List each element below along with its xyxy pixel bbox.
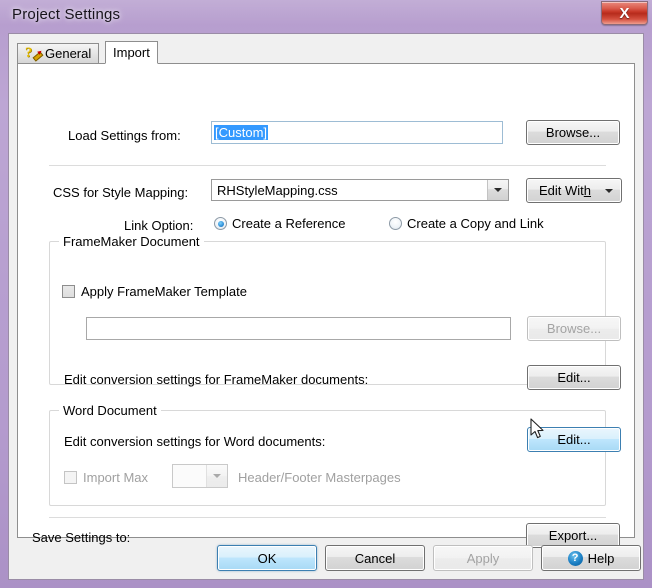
load-settings-input[interactable]: [Custom]	[211, 121, 503, 144]
masterpages-label: Header/Footer Masterpages	[238, 470, 401, 485]
help-icon: ?	[567, 550, 583, 566]
tab-import-label: Import	[113, 45, 150, 60]
apply-button[interactable]: Apply	[433, 545, 533, 571]
load-settings-label: Load Settings from:	[68, 128, 181, 143]
apply-framemaker-template-checkbox[interactable]: Apply FrameMaker Template	[62, 284, 247, 299]
framemaker-document-group: FrameMaker Document Apply FrameMaker Tem…	[49, 234, 621, 390]
word-group-title: Word Document	[59, 403, 161, 418]
edit-with-label: Edit With	[538, 183, 592, 198]
help-button-label: Help	[587, 550, 615, 566]
edit-with-split-button[interactable]: Edit With	[526, 178, 622, 203]
framemaker-template-path-input[interactable]	[86, 317, 511, 340]
dialog-client-area: ? General Import Load Settings from: [Cu…	[8, 33, 644, 580]
dialog-window: Project Settings X ? General Import Load…	[0, 0, 652, 588]
chevron-down-icon[interactable]	[487, 180, 508, 200]
word-edit-button[interactable]: Edit...	[527, 427, 621, 452]
import-max-label: Import Max	[83, 470, 149, 485]
cancel-button[interactable]: Cancel	[325, 545, 425, 571]
framemaker-edit-button[interactable]: Edit...	[527, 365, 621, 390]
divider-top	[49, 165, 606, 166]
radio-create-a-reference[interactable]: Create a Reference	[214, 216, 345, 231]
close-button[interactable]: X	[601, 1, 648, 25]
tab-import[interactable]: Import	[105, 41, 158, 64]
import-max-checkbox[interactable]: Import Max	[64, 470, 148, 485]
title-bar[interactable]: Project Settings X	[0, 0, 652, 34]
save-settings-label: Save Settings to:	[32, 530, 131, 545]
load-settings-browse-button[interactable]: Browse...	[526, 120, 620, 145]
close-icon: X	[619, 4, 630, 22]
css-mapping-combo[interactable]: RHStyleMapping.css	[211, 179, 509, 201]
tab-strip: ? General Import	[17, 41, 635, 64]
apply-framemaker-template-label: Apply FrameMaker Template	[81, 284, 247, 299]
window-title: Project Settings	[12, 6, 121, 23]
checkbox-unchecked-disabled-icon	[64, 471, 77, 484]
divider-bottom	[49, 517, 606, 518]
radio-create-a-reference-label: Create a Reference	[232, 216, 346, 231]
radio-unselected-icon	[389, 217, 402, 230]
framemaker-group-title: FrameMaker Document	[59, 234, 204, 249]
ok-button[interactable]: OK	[217, 545, 317, 571]
tab-page-import: Load Settings from: [Custom] Browse... C…	[17, 63, 635, 548]
help-button[interactable]: ? Help	[541, 545, 641, 571]
link-option-label: Link Option:	[124, 218, 194, 233]
checkbox-unchecked-icon	[62, 285, 75, 298]
radio-create-a-copy-and-link[interactable]: Create a Copy and Link	[389, 216, 544, 231]
chevron-down-icon[interactable]	[597, 188, 621, 193]
css-mapping-value: RHStyleMapping.css	[217, 182, 338, 198]
framemaker-edit-conversion-label: Edit conversion settings for FrameMaker …	[64, 372, 369, 387]
css-mapping-label: CSS for Style Mapping:	[53, 185, 189, 200]
radio-selected-icon	[214, 217, 227, 230]
word-document-group: Word Document Edit conversion settings f…	[49, 403, 621, 506]
question-pencil-icon: ?	[25, 45, 44, 62]
framemaker-browse-button[interactable]: Browse...	[527, 316, 621, 341]
word-edit-conversion-label: Edit conversion settings for Word docume…	[64, 434, 326, 449]
tab-general[interactable]: ? General	[17, 43, 100, 64]
load-settings-value: [Custom]	[214, 125, 269, 140]
chevron-down-icon[interactable]	[206, 465, 227, 487]
radio-create-a-copy-and-link-label: Create a Copy and Link	[407, 216, 544, 231]
tab-general-label: General	[45, 46, 92, 61]
masterpages-combo[interactable]	[172, 464, 228, 488]
